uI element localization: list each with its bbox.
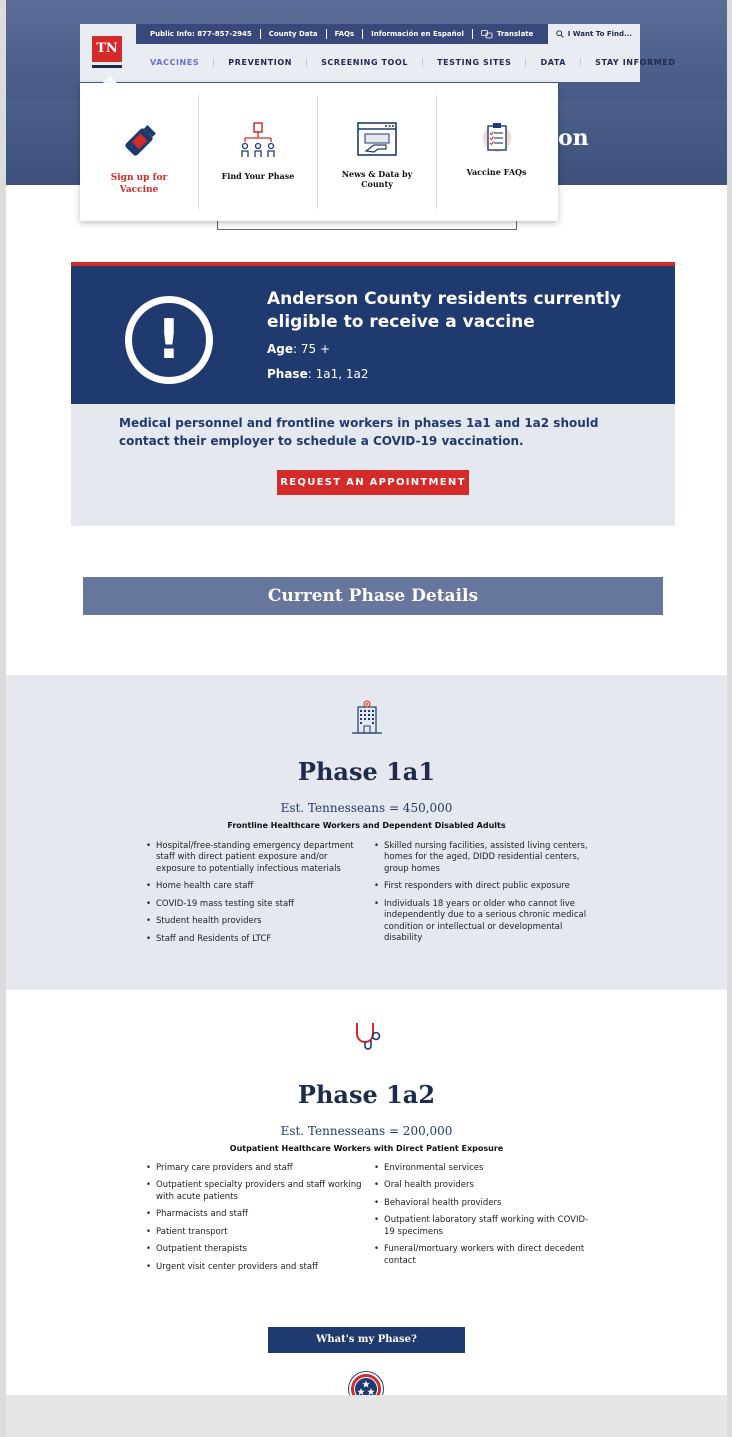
list-item: Urgent visit center providers and staff [146,1262,364,1274]
dropdown-news-data-county[interactable]: News & Data by County [318,95,437,209]
phase-line: Phase: 1a1, 1a2 [267,367,368,381]
list-item: Outpatient therapists [146,1244,364,1256]
search-label: I Want To Find... [567,30,632,38]
dropdown-label: News & Data by County [341,169,413,190]
utility-bar: Public Info: 877-857-2945 County Data FA… [136,24,640,44]
phase-estimate: Est. Tennesseans = 450,000 [280,801,453,815]
vaccines-dropdown: Sign up for Vaccine Find Your Phase News… [80,83,558,221]
phase-list-left: Hospital/free-standing emergency departm… [146,841,361,951]
dropdown-label: Sign up for Vaccine [110,173,168,195]
age-label: Age [267,342,294,356]
dropdown-find-phase[interactable]: Find Your Phase [199,95,318,209]
phase-list-right: Skilled nursing facilities, assisted liv… [374,841,594,951]
menu-data[interactable]: DATA [526,57,582,67]
browser-hand-icon [357,122,397,156]
list-item: Staff and Residents of LTCF [146,934,361,946]
phase-title: Phase 1a1 [297,757,436,786]
phase-list-right: Environmental services Oral health provi… [374,1163,594,1273]
eligibility-alert: ! Anderson County residents currently el… [71,262,675,526]
faqs-link[interactable]: FAQs [335,30,355,38]
phase-list-left: Primary care providers and staff Outpati… [146,1163,364,1279]
dropdown-vaccine-faqs[interactable]: Vaccine FAQs [437,95,556,209]
translate-icon [480,29,493,38]
menu-screening-tool[interactable]: SCREENING TOOL [307,57,424,67]
list-item: Funeral/mortuary workers with direct dec… [374,1244,594,1267]
request-appointment-button[interactable]: REQUEST AN APPOINTMENT [277,470,469,495]
phase-value: : 1a1, 1a2 [307,367,369,381]
divider [471,29,473,39]
phase-subtitle: Frontline Healthcare Workers and Depende… [227,821,506,830]
dropdown-sign-up-vaccine[interactable]: Sign up for Vaccine [80,95,199,209]
phase-title: Phase 1a2 [297,1080,436,1109]
exclamation-icon: ! [125,296,213,384]
dropdown-label: Vaccine FAQs [466,167,527,177]
main-navigation: TN Public Info: 877-857-2945 County Data… [80,24,675,82]
primary-menu: VACCINES PREVENTION SCREENING TOOL TESTI… [136,50,675,74]
alert-heading: Anderson County residents currently elig… [267,289,622,332]
phase-label: Phase [267,367,308,381]
logo-underline [92,65,122,68]
phase-estimate: Est. Tennesseans = 200,000 [280,1124,453,1138]
whats-my-phase-button[interactable]: What's my Phase? [268,1327,465,1353]
list-item: Skilled nursing facilities, assisted liv… [374,841,594,875]
phase-1a2-section: Phase 1a2 Est. Tennesseans = 200,000 Out… [6,990,727,1406]
menu-vaccines[interactable]: VACCINES [136,57,215,67]
list-item: COVID-19 mass testing site staff [146,899,361,911]
divider [362,29,364,39]
phase-1a1-section: Phase 1a1 Est. Tennesseans = 450,000 Fro… [6,675,727,990]
list-item: Environmental services [374,1163,594,1175]
menu-caret [103,76,117,83]
list-item: Primary care providers and staff [146,1163,364,1175]
public-info-link[interactable]: Public Info: 877-857-2945 [150,30,252,38]
page: on TN Public Info: 877-857-2945 County D… [6,0,727,1437]
dropdown-label: Find Your Phase [221,171,295,181]
espanol-link[interactable]: Información en Español [371,30,464,38]
tn-logo[interactable]: TN [92,36,122,62]
list-item: Behavioral health providers [374,1198,594,1210]
alert-header: ! Anderson County residents currently el… [71,262,675,404]
search-icon [556,30,564,38]
list-item: Oral health providers [374,1180,594,1192]
list-item: Individuals 18 years or older who cannot… [374,899,594,945]
menu-stay-informed[interactable]: STAY INFORMED [581,58,690,67]
divider [325,29,327,39]
vaccine-vial-icon [125,125,156,156]
list-item: Student health providers [146,916,361,928]
people-hierarchy-icon [241,122,275,157]
age-value: : 75 + [293,342,331,356]
list-item: Patient transport [146,1227,364,1239]
hospital-building-icon [352,700,382,734]
menu-prevention[interactable]: PREVENTION [214,57,308,67]
menu-testing-sites[interactable]: TESTING SITES [423,57,527,67]
list-item: Outpatient specialty providers and staff… [146,1180,364,1203]
footer [6,1395,727,1437]
translate-label: Translate [496,30,534,38]
stethoscope-icon [356,1023,381,1050]
list-item: First responders with direct public expo… [374,881,594,893]
list-item: Home health care staff [146,881,361,893]
translate-button[interactable]: Translate [480,29,534,39]
hero-title: on [558,125,589,151]
age-line: Age: 75 + [267,342,330,356]
current-phase-details-heading: Current Phase Details [83,577,663,615]
alert-message: Medical personnel and frontline workers … [119,416,599,448]
divider [259,29,261,39]
list-item: Outpatient laboratory staff working with… [374,1215,594,1238]
phase-subtitle: Outpatient Healthcare Workers with Direc… [229,1144,504,1153]
county-data-link[interactable]: County Data [269,30,318,38]
list-item: Pharmacists and staff [146,1209,364,1221]
list-item: Hospital/free-standing emergency departm… [146,841,361,875]
clipboard-checklist-icon [482,123,511,152]
i-want-to-find-search[interactable]: I Want To Find... [547,24,640,44]
